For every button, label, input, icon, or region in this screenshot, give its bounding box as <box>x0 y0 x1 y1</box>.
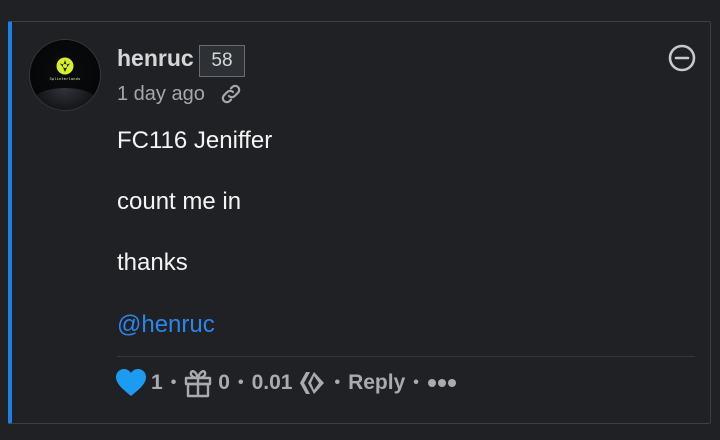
gift-count[interactable]: 0 <box>218 371 230 395</box>
avatar[interactable]: Splinterlands <box>30 40 100 110</box>
comment-body-line: thanks <box>117 249 188 276</box>
splinterlands-logo-icon <box>56 57 74 75</box>
separator: • <box>170 374 177 391</box>
reply-button[interactable]: Reply <box>348 371 405 395</box>
heart-icon[interactable] <box>115 368 147 398</box>
divider <box>117 356 695 357</box>
vote-count[interactable]: 1 <box>151 371 163 395</box>
comment-card: Splinterlands henruc 58 1 day ago FC116 … <box>8 21 711 424</box>
hive-icon[interactable] <box>298 370 326 396</box>
payout-value[interactable]: 0.01 <box>252 371 293 395</box>
comment-body-line: count me in <box>117 188 242 215</box>
avatar-ground <box>34 88 96 110</box>
minus-circle-icon[interactable] <box>667 43 697 73</box>
more-icon[interactable] <box>427 377 457 389</box>
comment-footer: 1 • 0 • 0.01 • Reply • <box>115 366 457 400</box>
timestamp[interactable]: 1 day ago <box>117 83 205 106</box>
gift-icon[interactable] <box>184 368 212 398</box>
author-name[interactable]: henruc <box>117 45 194 72</box>
avatar-brand-text: Splinterlands <box>49 77 81 81</box>
link-icon[interactable] <box>219 82 243 106</box>
separator: • <box>334 374 341 391</box>
separator: • <box>413 374 419 391</box>
separator: • <box>237 374 244 391</box>
comment-body-line: FC116 Jeniffer <box>117 127 273 154</box>
reputation-badge: 58 <box>199 45 245 77</box>
user-mention-link[interactable]: @henruc <box>117 311 215 339</box>
